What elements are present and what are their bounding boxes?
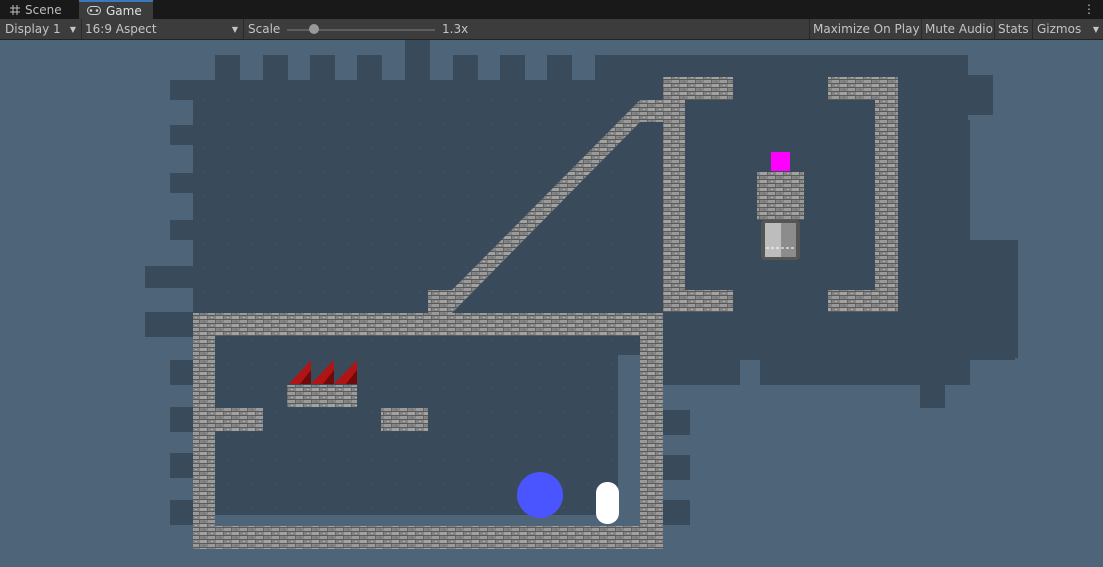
- game-scene: [145, 40, 1018, 549]
- display-dropdown[interactable]: Display 1 ▼: [5, 19, 80, 39]
- toolbar-divider: [81, 19, 82, 39]
- game-view-toolbar: Display 1 ▼ 16:9 Aspect ▼ Scale 1.3x Max…: [0, 19, 1103, 40]
- gizmos-dropdown-label: Gizmos: [1037, 22, 1082, 36]
- toolbar-divider: [994, 19, 995, 39]
- capsule-character: [596, 482, 619, 524]
- aspect-dropdown-label: 16:9 Aspect: [85, 22, 157, 36]
- window-tab-bar: Scene Game ⋮: [0, 0, 1103, 19]
- tab-scene-label: Scene: [25, 2, 62, 17]
- tab-game-label: Game: [106, 3, 142, 18]
- goal-marker: [771, 152, 790, 171]
- scale-value: 1.3x: [442, 22, 469, 36]
- chevron-down-icon: ▼: [231, 25, 238, 34]
- mute-audio-toggle[interactable]: Mute Audio: [925, 19, 993, 39]
- gamepad-icon: [87, 6, 101, 15]
- scale-slider-handle[interactable]: [308, 24, 319, 34]
- toolbar-divider: [1032, 19, 1033, 39]
- gizmos-dropdown[interactable]: Gizmos ▼: [1037, 19, 1101, 39]
- toolbar-divider: [809, 19, 810, 39]
- tab-game[interactable]: Game: [79, 0, 153, 19]
- toolbar-divider: [921, 19, 922, 39]
- player-ball: [517, 472, 563, 518]
- game-viewport[interactable]: [0, 40, 1103, 567]
- aspect-dropdown[interactable]: 16:9 Aspect ▼: [85, 19, 242, 39]
- display-dropdown-label: Display 1: [5, 22, 61, 36]
- toolbar-divider: [243, 19, 244, 39]
- stats-toggle[interactable]: Stats: [998, 19, 1029, 39]
- maximize-on-play-toggle[interactable]: Maximize On Play: [813, 19, 920, 39]
- grid-icon: [10, 4, 20, 15]
- chevron-down-icon: ▼: [69, 25, 76, 34]
- tab-scene[interactable]: Scene: [0, 0, 78, 19]
- kebab-menu-icon[interactable]: ⋮: [1083, 2, 1095, 16]
- exit-door: [761, 220, 800, 260]
- chevron-down-icon: ▼: [1092, 25, 1099, 34]
- scale-label: Scale: [248, 22, 281, 36]
